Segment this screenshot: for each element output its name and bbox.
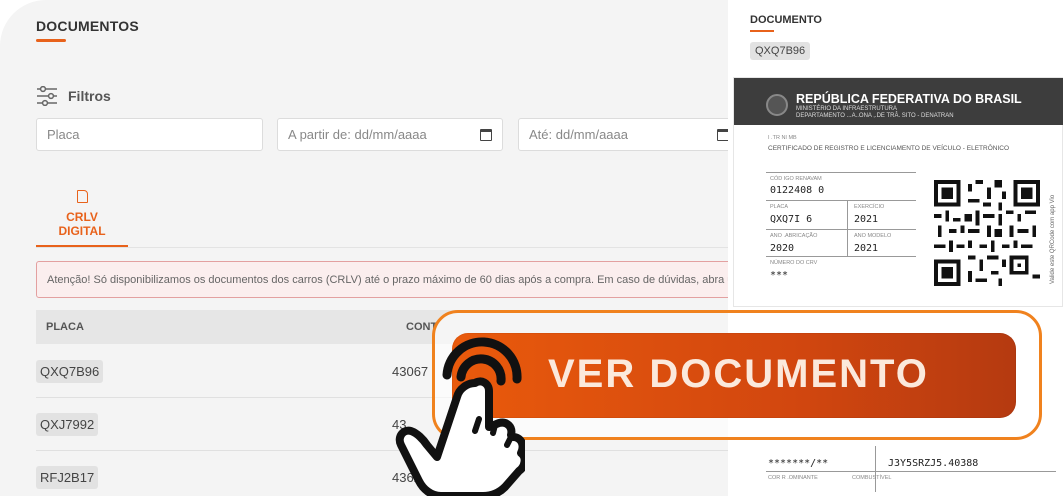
ano-modelo-value: 2021 [854, 243, 879, 254]
plate-input-placeholder: Placa [47, 127, 80, 142]
filters-header: Filtros [36, 86, 111, 106]
filters-label: Filtros [68, 88, 111, 104]
document-panel-title: DOCUMENTO [750, 14, 822, 26]
tab-crlv-digital[interactable]: CRLV DIGITAL [36, 190, 128, 238]
date-to-input[interactable]: Até: dd/mm/aaaa [518, 118, 740, 151]
ano-fab-value: 2020 [770, 243, 795, 254]
document-panel-underline [750, 30, 774, 32]
document-icon [76, 190, 88, 203]
brazil-seal-icon [766, 94, 788, 116]
warning-alert: Atenção! Só disponibilizamos os document… [36, 261, 756, 298]
doc-line [766, 229, 916, 230]
tab-label-line2: DIGITAL [58, 224, 106, 238]
ano-modelo-label: ANO MODELO [854, 233, 892, 239]
alert-text: Atenção! Só disponibilizamos os document… [47, 273, 734, 286]
ver-documento-label: VER DOCUMENTO [548, 352, 929, 396]
document-header-sub1: MINISTÉRIO DA INFRAESTRUTURA [796, 106, 898, 112]
exercicio-value: 2021 [854, 214, 879, 225]
qr-code-icon [934, 180, 1040, 286]
document-plate-badge: QXQ7B96 [750, 42, 811, 60]
renavam-value: 0122408 0 [770, 185, 825, 196]
pointing-hand-icon [395, 337, 525, 496]
title-underline [36, 39, 66, 42]
column-header-plate: PLACA [46, 321, 84, 333]
sliders-icon [37, 86, 57, 106]
doc-line [766, 471, 1056, 472]
plate-input[interactable]: Placa [36, 118, 263, 151]
table-row[interactable]: RFJ2B17 4362 [36, 451, 736, 496]
crv-value: *** [770, 270, 789, 281]
document-header-sub2: DEPARTAMENTO ...A..ONA ,.DE TRÂ. SITO - … [796, 113, 954, 119]
document-header-subtitle: MINISTÉRIO DA INFRAESTRUTURA DEPARTAMENT… [796, 106, 954, 120]
doc-line [766, 172, 916, 173]
crv-label: NÚMERO DO CRV [770, 260, 818, 266]
date-to-placeholder: Até: dd/mm/aaaa [529, 127, 628, 142]
document-header: REPÚBLICA FEDERATIVA DO BRASIL MINISTÉRI… [734, 78, 1063, 125]
calendar-icon[interactable] [480, 128, 492, 141]
document-bottom-fields: *******/** J3Y5SRZJ5.40388 COR R .OMINAN… [760, 440, 1063, 496]
doc-line [766, 256, 916, 257]
crlv-document-preview: REPÚBLICA FEDERATIVA DO BRASIL MINISTÉRI… [733, 77, 1063, 307]
doc-line [766, 200, 916, 201]
plate-badge: QXJ7992 [36, 413, 99, 436]
document-header-title: REPÚBLICA FEDERATIVA DO BRASIL [796, 92, 1022, 106]
doc-line [875, 446, 876, 492]
page-title: DOCUMENTOS [36, 18, 139, 34]
date-from-input[interactable]: A partir de: dd/mm/aaaa [277, 118, 503, 151]
bottom-right-value: J3Y5SRZJ5.40388 [888, 458, 979, 469]
ano-fab-label: ANO .ABRICAÇÃO [770, 233, 818, 239]
tab-divider [36, 247, 736, 248]
plate-badge: RFJ2B17 [36, 466, 99, 489]
page: DOCUMENTOS Filtros Placa A partir de: dd… [0, 0, 1063, 496]
doc-small-label: I .TR NI MB [768, 135, 797, 141]
tab-label-line1: CRLV [66, 210, 98, 224]
date-from-placeholder: A partir de: dd/mm/aaaa [288, 127, 427, 142]
bottom-left-value: *******/** [768, 458, 829, 469]
qr-note: Valide este QRCode com app Vio [1050, 194, 1056, 284]
doc-line [847, 200, 848, 256]
renavam-label: CÓD IGO RENAVAM [770, 176, 822, 182]
plate-badge: QXQ7B96 [36, 360, 104, 383]
placa-label: PLACA [770, 204, 789, 210]
bottom-right-label: COMBUSTÍVEL [852, 475, 892, 481]
doc-type: CERTIFICADO DE REGISTRO E LICENCIAMENTO … [768, 145, 1010, 152]
placa-value: QXQ7I 6 [770, 214, 813, 225]
bottom-left-label: COR R .OMINANTE [768, 475, 818, 481]
exercicio-label: EXERCÍCIO [854, 204, 885, 210]
